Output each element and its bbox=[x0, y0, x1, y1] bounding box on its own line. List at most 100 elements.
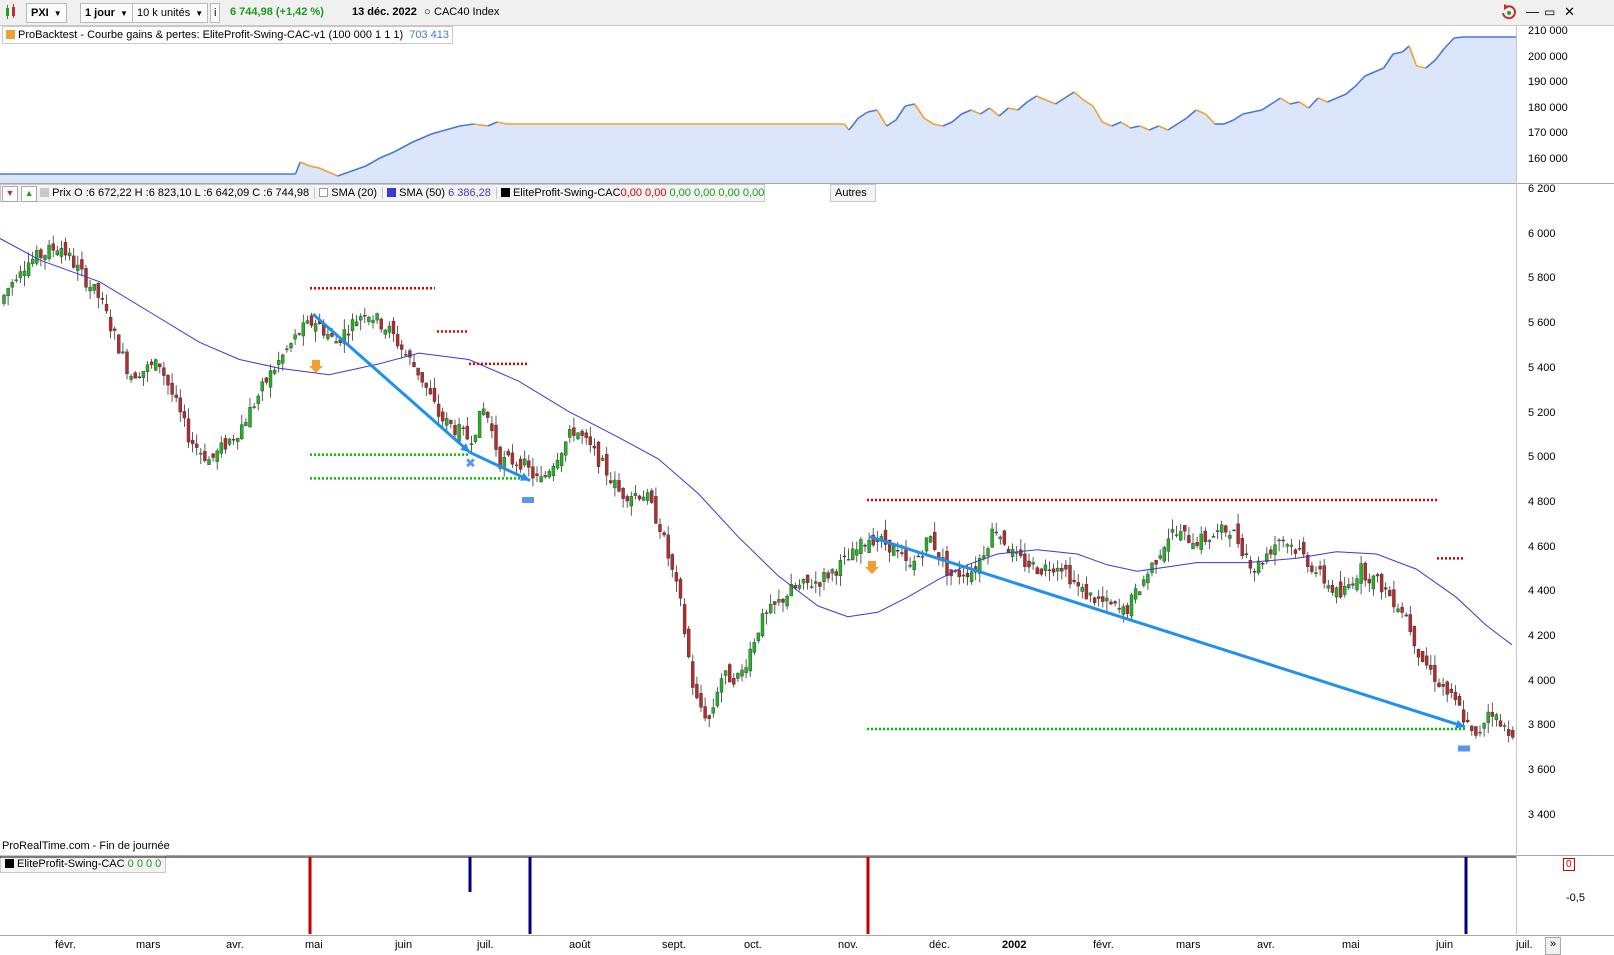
candle-body bbox=[1351, 583, 1355, 586]
price-axis-tick: 6 000 bbox=[1528, 227, 1556, 240]
candle-body bbox=[1076, 582, 1080, 587]
x-axis-month-label: juin bbox=[395, 939, 413, 951]
others-button[interactable]: Autres bbox=[830, 184, 876, 202]
candle-body bbox=[904, 549, 908, 561]
symbol-selector[interactable]: PXI ▼ bbox=[26, 3, 67, 23]
sma50-label[interactable]: SMA (50) bbox=[399, 187, 445, 199]
candle-body bbox=[1437, 682, 1441, 688]
candle-body bbox=[982, 555, 986, 559]
indicator-values-red: 0,00 0,00 bbox=[620, 187, 667, 199]
candle-body bbox=[248, 406, 252, 428]
chevron-down-icon: ▼ bbox=[53, 9, 62, 18]
candle-body bbox=[707, 715, 711, 719]
candle-body bbox=[691, 661, 695, 688]
candle-body bbox=[797, 584, 802, 589]
candle-body bbox=[740, 669, 744, 677]
candle-body bbox=[96, 282, 101, 298]
collapse-icon[interactable]: ▼ bbox=[2, 186, 18, 202]
candle-body bbox=[149, 361, 154, 365]
candle-body bbox=[461, 427, 465, 430]
candle-body bbox=[801, 579, 806, 584]
candle-body bbox=[1219, 524, 1224, 533]
candle-body bbox=[855, 549, 859, 556]
candle-body bbox=[572, 427, 576, 436]
units-selector[interactable]: 10 k unités ▼ bbox=[132, 3, 209, 23]
candle-body bbox=[1301, 542, 1306, 555]
candle-body bbox=[1433, 665, 1437, 682]
price-axis-tick: 5 600 bbox=[1528, 317, 1556, 330]
candle-body bbox=[777, 599, 781, 603]
candle-body bbox=[555, 460, 560, 469]
trade-arrow bbox=[312, 313, 471, 454]
candle-body bbox=[441, 411, 445, 422]
candle-body bbox=[1338, 581, 1343, 598]
candle-body bbox=[445, 418, 449, 426]
candle-body bbox=[662, 532, 666, 536]
candle-body bbox=[551, 465, 556, 477]
candle-body bbox=[1424, 655, 1429, 666]
candle-body bbox=[391, 320, 396, 335]
sma20-label[interactable]: SMA (20) bbox=[331, 187, 377, 199]
candle-body bbox=[1453, 692, 1458, 700]
candle-body bbox=[1215, 530, 1220, 533]
candle-body bbox=[514, 464, 519, 467]
candle-body bbox=[326, 333, 330, 339]
period-selector[interactable]: 1 jour ▼ bbox=[80, 3, 133, 23]
candle-body bbox=[1408, 614, 1413, 632]
candle-body bbox=[1166, 538, 1171, 552]
indicator-label[interactable]: EliteProfit-Swing-CAC bbox=[513, 187, 621, 199]
candle-body bbox=[613, 479, 617, 489]
exit-marker bbox=[1458, 745, 1470, 752]
candle-body bbox=[687, 628, 691, 658]
candle-body bbox=[1133, 588, 1138, 600]
candle-body bbox=[211, 453, 215, 458]
close-icon[interactable]: ✕ bbox=[1564, 3, 1575, 21]
candle-body bbox=[1470, 725, 1474, 731]
candle-body bbox=[1256, 560, 1261, 574]
candle-body bbox=[76, 264, 80, 271]
candle-body bbox=[219, 442, 224, 454]
equity-axis-tick: 200 000 bbox=[1528, 50, 1568, 63]
candle-body bbox=[1379, 573, 1384, 593]
candle-body bbox=[600, 457, 605, 461]
exit-cross-icon: ✖ bbox=[465, 457, 476, 472]
sma20-swatch bbox=[319, 188, 329, 197]
candle-body bbox=[1474, 726, 1478, 736]
candle-body bbox=[1142, 579, 1146, 586]
candle-body bbox=[826, 572, 830, 579]
price-axis-tick: 5 000 bbox=[1528, 451, 1556, 464]
candle-body bbox=[84, 268, 88, 288]
axis-separator bbox=[1516, 26, 1517, 936]
candle-body bbox=[896, 550, 900, 552]
refresh-icon[interactable] bbox=[1500, 3, 1518, 21]
price-axis-tick: 5 200 bbox=[1528, 406, 1556, 419]
equity-color-swatch bbox=[6, 30, 15, 39]
candle-body bbox=[1388, 590, 1392, 597]
price-axis-tick: 5 400 bbox=[1528, 361, 1556, 374]
maximize-icon[interactable]: ▭ bbox=[1544, 3, 1555, 21]
candle-body bbox=[1318, 565, 1322, 570]
equity-legend-label: ProBacktest - Courbe gains & pertes: Eli… bbox=[18, 29, 404, 41]
candle-body bbox=[1015, 552, 1019, 554]
minimize-icon[interactable]: — bbox=[1526, 3, 1539, 21]
price-axis-tick: 4 600 bbox=[1528, 540, 1556, 553]
candle-body bbox=[760, 613, 765, 637]
short-entry-marker bbox=[309, 360, 323, 374]
candle-body bbox=[998, 536, 1002, 540]
info-icon[interactable]: i bbox=[210, 3, 221, 23]
index-radio-icon[interactable]: ○ bbox=[424, 3, 431, 21]
candle-body bbox=[633, 493, 638, 496]
candle-body bbox=[834, 571, 838, 576]
candle-body bbox=[1494, 714, 1499, 721]
scroll-right-icon[interactable]: » bbox=[1545, 937, 1561, 955]
candlestick-icon[interactable] bbox=[4, 3, 18, 21]
candle-body bbox=[55, 250, 59, 256]
candle-body bbox=[1486, 711, 1490, 723]
candle-body bbox=[436, 403, 441, 417]
candle-body bbox=[908, 565, 912, 567]
candle-body bbox=[117, 334, 121, 354]
expand-icon[interactable]: ▲ bbox=[21, 186, 38, 202]
candle-body bbox=[47, 244, 51, 259]
chevron-down-icon: ▼ bbox=[195, 9, 204, 18]
candle-body bbox=[22, 270, 27, 277]
